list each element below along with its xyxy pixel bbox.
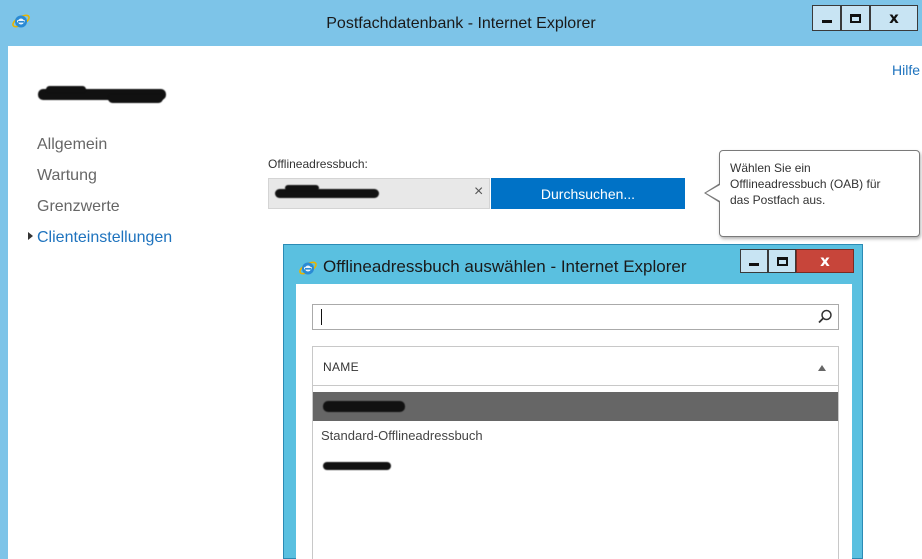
close-button[interactable]: x bbox=[870, 5, 918, 31]
minimize-button[interactable] bbox=[812, 5, 841, 31]
window-title: Postfachdatenbank - Internet Explorer bbox=[326, 15, 596, 32]
nav-item-grenzwerte[interactable]: Grenzwerte bbox=[37, 198, 120, 216]
help-link[interactable]: Hilfe bbox=[892, 62, 920, 78]
main-titlebar[interactable]: Postfachdatenbank - Internet Explorer x bbox=[0, 0, 922, 46]
oab-list: NAME Standard-Offlineadressbuch bbox=[312, 346, 839, 559]
search-icon[interactable] bbox=[816, 308, 834, 326]
browse-button[interactable]: Durchsuchen... bbox=[491, 178, 685, 209]
oab-label: Offlineadressbuch: bbox=[268, 157, 368, 171]
tooltip: Wählen Sie ein Offlineadressbuch (OAB) f… bbox=[719, 150, 920, 237]
sort-ascending-icon bbox=[818, 365, 826, 371]
oab-field bbox=[268, 178, 490, 209]
maximize-icon bbox=[776, 256, 788, 266]
dialog-maximize-button[interactable] bbox=[768, 249, 796, 273]
close-icon: x bbox=[889, 9, 899, 27]
oab-select-dialog: Offlineadressbuch auswählen - Internet E… bbox=[283, 244, 863, 559]
minimize-icon bbox=[821, 19, 832, 23]
page-heading-redacted bbox=[38, 86, 166, 104]
maximize-icon bbox=[850, 13, 861, 23]
dialog-content: NAME Standard-Offlineadressbuch bbox=[296, 284, 852, 559]
maximize-button[interactable] bbox=[841, 5, 870, 31]
nav-item-clienteinstellungen[interactable]: Clienteinstellungen bbox=[28, 229, 172, 247]
tooltip-pointer-inner bbox=[706, 185, 720, 201]
nav-item-allgemein[interactable]: Allgemein bbox=[37, 136, 107, 154]
list-item[interactable]: Standard-Offlineadressbuch bbox=[313, 421, 838, 450]
text-caret bbox=[321, 309, 322, 325]
list-item[interactable] bbox=[313, 392, 838, 421]
selected-arrow-icon bbox=[28, 232, 33, 240]
tooltip-line: das Postfach aus. bbox=[730, 193, 826, 207]
minimize-icon bbox=[749, 262, 759, 266]
list-item-label: Standard-Offlineadressbuch bbox=[321, 428, 483, 443]
tooltip-line: Offlineadressbuch (OAB) für bbox=[730, 177, 881, 191]
list-item[interactable] bbox=[313, 450, 838, 479]
close-icon: x bbox=[820, 252, 830, 270]
dialog-minimize-button[interactable] bbox=[740, 249, 768, 273]
column-header-label: NAME bbox=[323, 360, 359, 374]
internet-explorer-icon bbox=[298, 258, 318, 278]
nav-item-label: Clienteinstellungen bbox=[37, 229, 173, 246]
search-input[interactable] bbox=[312, 304, 839, 330]
clear-oab-button[interactable]: × bbox=[474, 183, 483, 201]
dialog-title: Offlineadressbuch auswählen - Internet E… bbox=[323, 257, 687, 276]
dialog-close-button[interactable]: x bbox=[796, 249, 854, 273]
tooltip-line: Wählen Sie ein bbox=[730, 161, 811, 175]
nav-item-wartung[interactable]: Wartung bbox=[37, 167, 97, 185]
column-header-name[interactable]: NAME bbox=[313, 347, 838, 386]
